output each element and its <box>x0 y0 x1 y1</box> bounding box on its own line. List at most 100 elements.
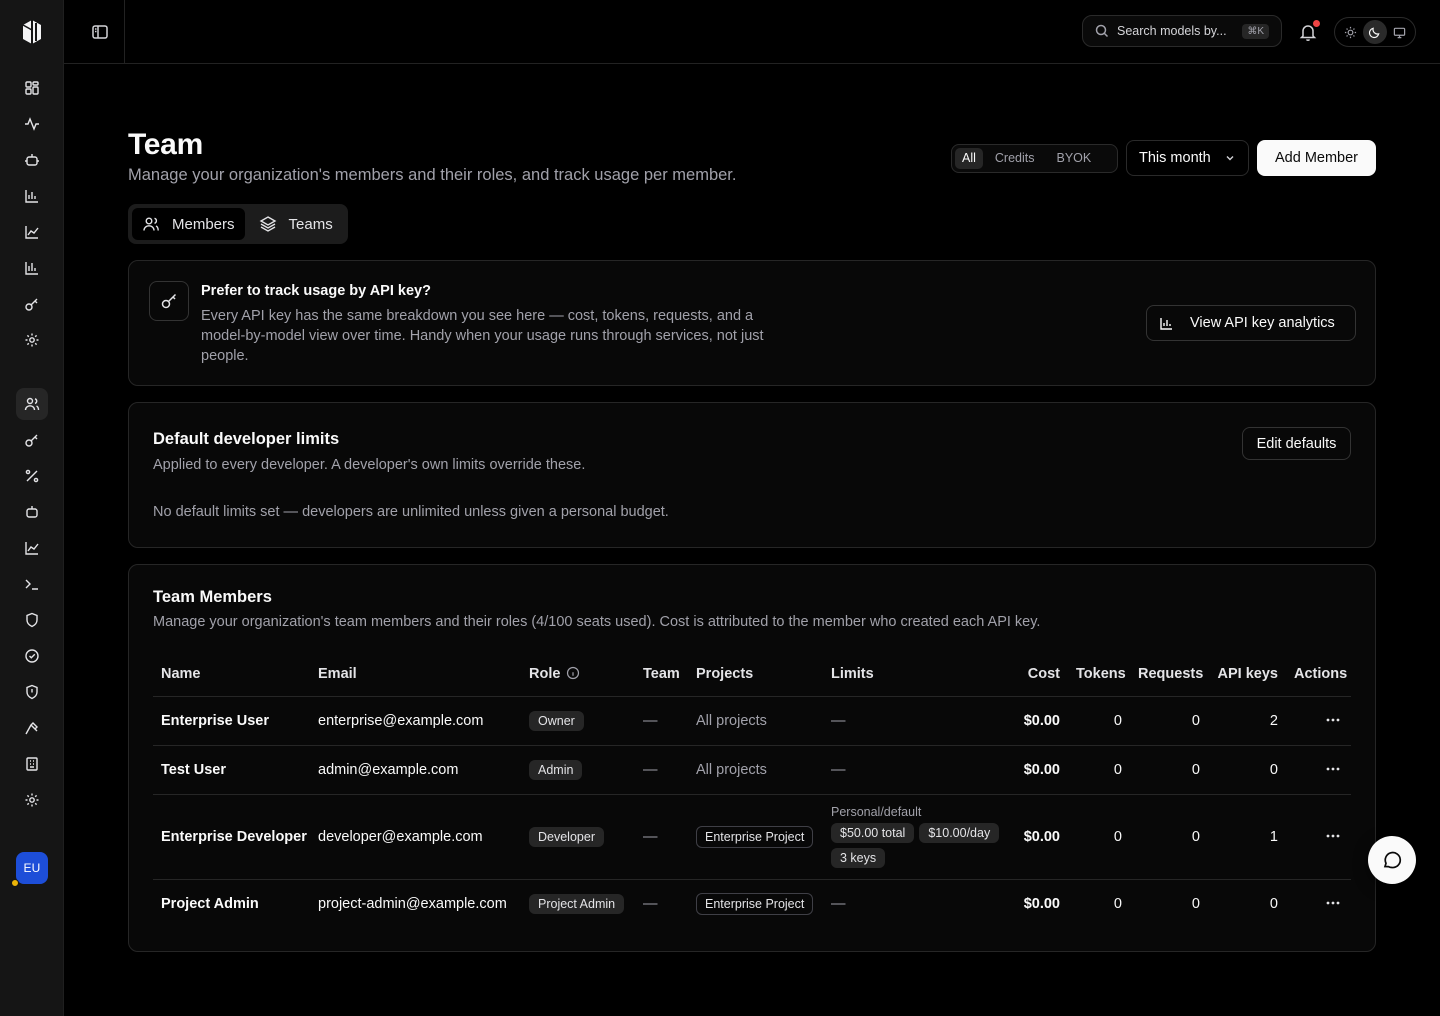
bot-icon[interactable] <box>16 144 48 176</box>
col-actions: Actions <box>1286 652 1351 697</box>
member-email: developer@example.com <box>310 794 521 880</box>
tab-teams[interactable]: Teams <box>249 208 343 240</box>
role-badge: Project Admin <box>529 893 625 914</box>
member-team: — <box>635 794 688 880</box>
period-value: This month <box>1139 150 1211 166</box>
shield-icon[interactable] <box>16 604 48 636</box>
member-limits: — <box>831 895 846 912</box>
period-select[interactable]: This month <box>1126 140 1249 176</box>
api-button-label: View API key analytics <box>1190 315 1335 331</box>
tab-members-label: Members <box>172 215 235 233</box>
shield-alert-icon[interactable] <box>16 676 48 708</box>
api-key-icon[interactable] <box>16 424 48 456</box>
avatar[interactable]: EU <box>16 852 48 884</box>
member-role-cell: Project Admin <box>521 879 635 928</box>
app-logo-icon[interactable] <box>20 19 44 45</box>
activity-icon[interactable] <box>16 108 48 140</box>
member-cost: $0.00 <box>1023 895 1060 912</box>
members-title: Team Members <box>153 588 272 606</box>
search-placeholder: Search models by... <box>1117 24 1227 38</box>
role-badge: Developer <box>529 826 604 847</box>
users-icon[interactable] <box>16 388 48 420</box>
col-email: Email <box>310 652 521 697</box>
member-tokens: 0 <box>1068 696 1130 746</box>
hammer-icon[interactable] <box>16 712 48 744</box>
table-row: Enterprise User enterprise@example.com O… <box>153 696 1351 746</box>
bar-chart-icon[interactable] <box>16 180 48 212</box>
dashboard-icon[interactable] <box>16 72 48 104</box>
chat-button[interactable] <box>1368 836 1416 884</box>
moon-icon[interactable] <box>1362 20 1387 44</box>
member-actions-cell <box>1286 794 1351 880</box>
limits-label: Personal/default <box>831 805 922 819</box>
member-actions-cell <box>1286 696 1351 746</box>
member-email: admin@example.com <box>310 745 521 795</box>
member-projects-cell: Enterprise Project <box>688 794 823 880</box>
monitor-icon[interactable] <box>1388 20 1412 44</box>
col-api-keys: API keys <box>1208 652 1286 697</box>
chart-icon[interactable] <box>16 252 48 284</box>
terminal-icon[interactable] <box>16 568 48 600</box>
member-name: Enterprise Developer <box>153 794 310 880</box>
team-members-card: Team Members Manage your organization's … <box>128 564 1376 952</box>
member-api-keys: 0 <box>1208 745 1286 795</box>
col-name: Name <box>153 652 310 697</box>
settings-icon[interactable] <box>16 324 48 356</box>
sidebar-toggle-icon[interactable] <box>90 22 110 42</box>
table-row: Enterprise Developer developer@example.c… <box>153 794 1351 880</box>
percent-icon[interactable] <box>16 460 48 492</box>
line-chart-icon[interactable] <box>16 216 48 248</box>
member-cost: $0.00 <box>1003 794 1068 880</box>
topbar-divider <box>124 0 125 64</box>
members-table: Name Email Role Team Projects Limits Cos… <box>153 652 1351 928</box>
agent-icon[interactable] <box>16 496 48 528</box>
more-actions-icon[interactable] <box>1323 893 1343 913</box>
more-actions-icon[interactable] <box>1323 826 1343 846</box>
member-tokens: 0 <box>1068 745 1130 795</box>
member-projects-cell: Enterprise Project <box>688 879 823 928</box>
trend-icon[interactable] <box>16 532 48 564</box>
limit-chip: $10.00/day <box>919 823 1000 843</box>
project-badge: Enterprise Project <box>696 825 814 848</box>
page-title: Team <box>128 128 203 161</box>
view-api-key-analytics-button[interactable]: View API key analytics <box>1146 305 1356 341</box>
chat-icon <box>1383 851 1402 869</box>
more-actions-icon[interactable] <box>1323 759 1343 779</box>
tab-members[interactable]: Members <box>132 208 245 240</box>
building-icon[interactable] <box>16 748 48 780</box>
more-actions-icon[interactable] <box>1323 710 1343 730</box>
limits-title: Default developer limits <box>153 430 340 448</box>
check-circle-icon[interactable] <box>16 640 48 672</box>
col-tokens: Tokens <box>1068 652 1130 697</box>
api-card-text: Every API key has the same breakdown you… <box>201 308 764 364</box>
info-icon[interactable] <box>566 666 580 680</box>
gear-icon[interactable] <box>16 784 48 816</box>
search-input[interactable]: Search models by... ⌘K <box>1082 15 1282 47</box>
member-tokens: 0 <box>1113 895 1122 912</box>
filter-credits[interactable]: Credits <box>985 148 1045 169</box>
member-requests: 0 <box>1130 745 1208 795</box>
edit-defaults-button[interactable]: Edit defaults <box>1242 427 1351 460</box>
limits-chips: $50.00 total $10.00/day 3 keys <box>831 823 1006 868</box>
member-cost: $0.00 <box>1003 745 1068 795</box>
search-icon <box>1095 24 1109 38</box>
search-shortcut: ⌘K <box>1242 23 1269 39</box>
users-icon <box>143 217 159 231</box>
table-header-row: Name Email Role Team Projects Limits Cos… <box>153 652 1351 697</box>
col-role: Role <box>521 652 635 697</box>
add-member-button[interactable]: Add Member <box>1257 140 1376 176</box>
filter-all[interactable]: All <box>955 148 983 169</box>
member-projects: All projects <box>688 696 823 746</box>
limit-chip: $50.00 total <box>831 823 915 843</box>
table-row: Project Admin project-admin@example.com … <box>153 879 1351 928</box>
member-role-cell: Admin <box>521 745 635 795</box>
member-team: — <box>643 895 658 912</box>
chevron-down-icon <box>1226 156 1234 161</box>
role-badge: Owner <box>529 710 584 731</box>
member-api-keys: 1 <box>1208 794 1286 880</box>
key-icon[interactable] <box>16 288 48 320</box>
member-actions-cell <box>1286 745 1351 795</box>
limits-empty-state: No default limits set — developers are u… <box>153 504 669 520</box>
filter-byok[interactable]: BYOK <box>1047 148 1102 169</box>
sun-icon[interactable] <box>1338 20 1362 44</box>
